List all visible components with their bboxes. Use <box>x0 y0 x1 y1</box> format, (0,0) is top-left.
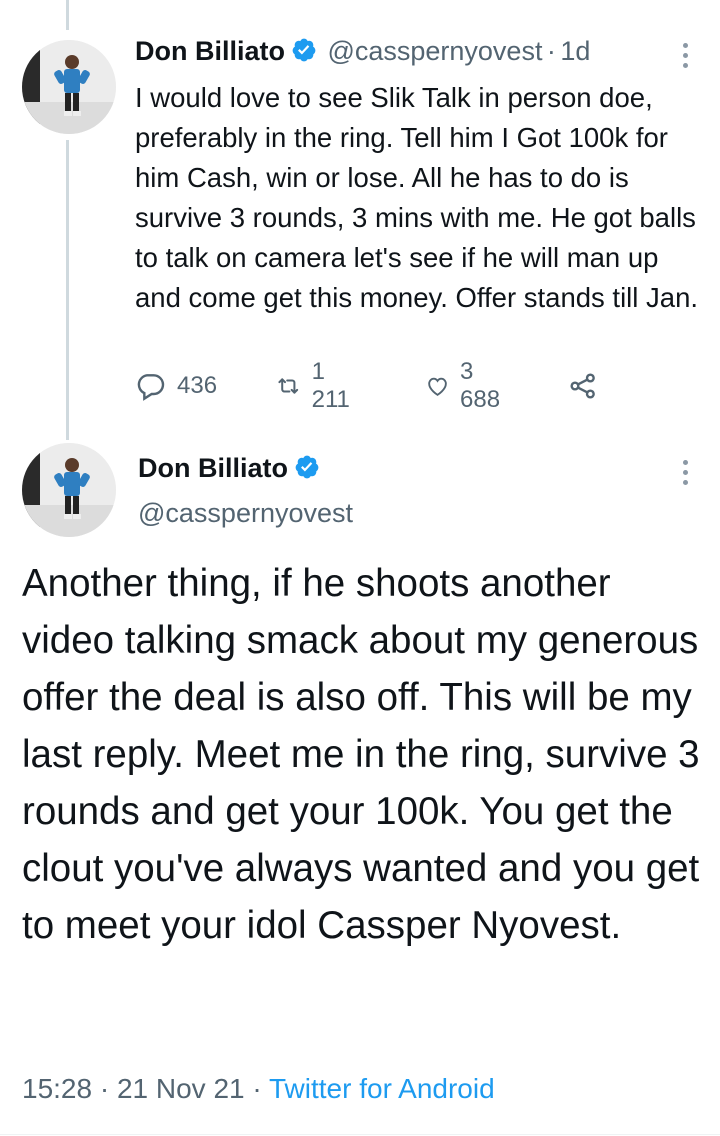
author-name[interactable]: Don Billiato <box>138 453 288 483</box>
verified-badge-icon <box>294 454 320 485</box>
avatar-image <box>22 40 116 134</box>
share-icon <box>570 373 595 399</box>
tweet-date[interactable]: 21 Nov 21 <box>117 1073 245 1104</box>
like-icon <box>428 377 447 396</box>
like-button[interactable]: 3 688 <box>425 358 507 413</box>
verified-badge-icon <box>291 37 317 68</box>
author-handle[interactable]: @casspernyovest <box>327 36 542 66</box>
separator-dot: · <box>99 1073 110 1104</box>
more-vertical-icon[interactable] <box>675 35 695 75</box>
thread-line-top <box>66 0 69 30</box>
tweet-source-link[interactable]: Twitter for Android <box>269 1073 495 1104</box>
reply-icon <box>137 374 165 401</box>
reply-count: 436 <box>177 372 218 399</box>
share-button[interactable] <box>567 366 599 406</box>
tweet-time[interactable]: 15:28 <box>22 1073 92 1104</box>
tweet-header: Don Billiato @casspernyovest · 1d <box>135 36 590 68</box>
divider <box>0 1134 720 1135</box>
author-handle[interactable]: @casspernyovest <box>138 498 353 529</box>
timestamp-relative[interactable]: 1d <box>560 36 590 66</box>
avatar[interactable] <box>22 443 116 537</box>
tweet-meta: 15:28 · 21 Nov 21 · Twitter for Android <box>22 1073 495 1105</box>
avatar-image <box>22 443 116 537</box>
retweet-icon <box>278 378 299 394</box>
separator-dot: · <box>252 1073 262 1104</box>
like-count: 3 688 <box>460 358 501 413</box>
author-name-row: Don Billiato <box>138 453 320 485</box>
tweet-text: Another thing, if he shoots another vide… <box>22 562 700 947</box>
separator-dot: · <box>546 36 556 66</box>
tweet-text: I would love to see Slik Talk in person … <box>135 82 699 313</box>
reply-button[interactable]: 436 <box>135 366 217 406</box>
retweet-count: 1 211 <box>311 358 350 413</box>
more-vertical-icon[interactable] <box>675 452 695 492</box>
retweet-button[interactable]: 1 211 <box>275 358 357 413</box>
avatar[interactable] <box>22 40 116 134</box>
author-name[interactable]: Don Billiato <box>135 36 285 66</box>
thread-line-connector <box>66 140 69 440</box>
